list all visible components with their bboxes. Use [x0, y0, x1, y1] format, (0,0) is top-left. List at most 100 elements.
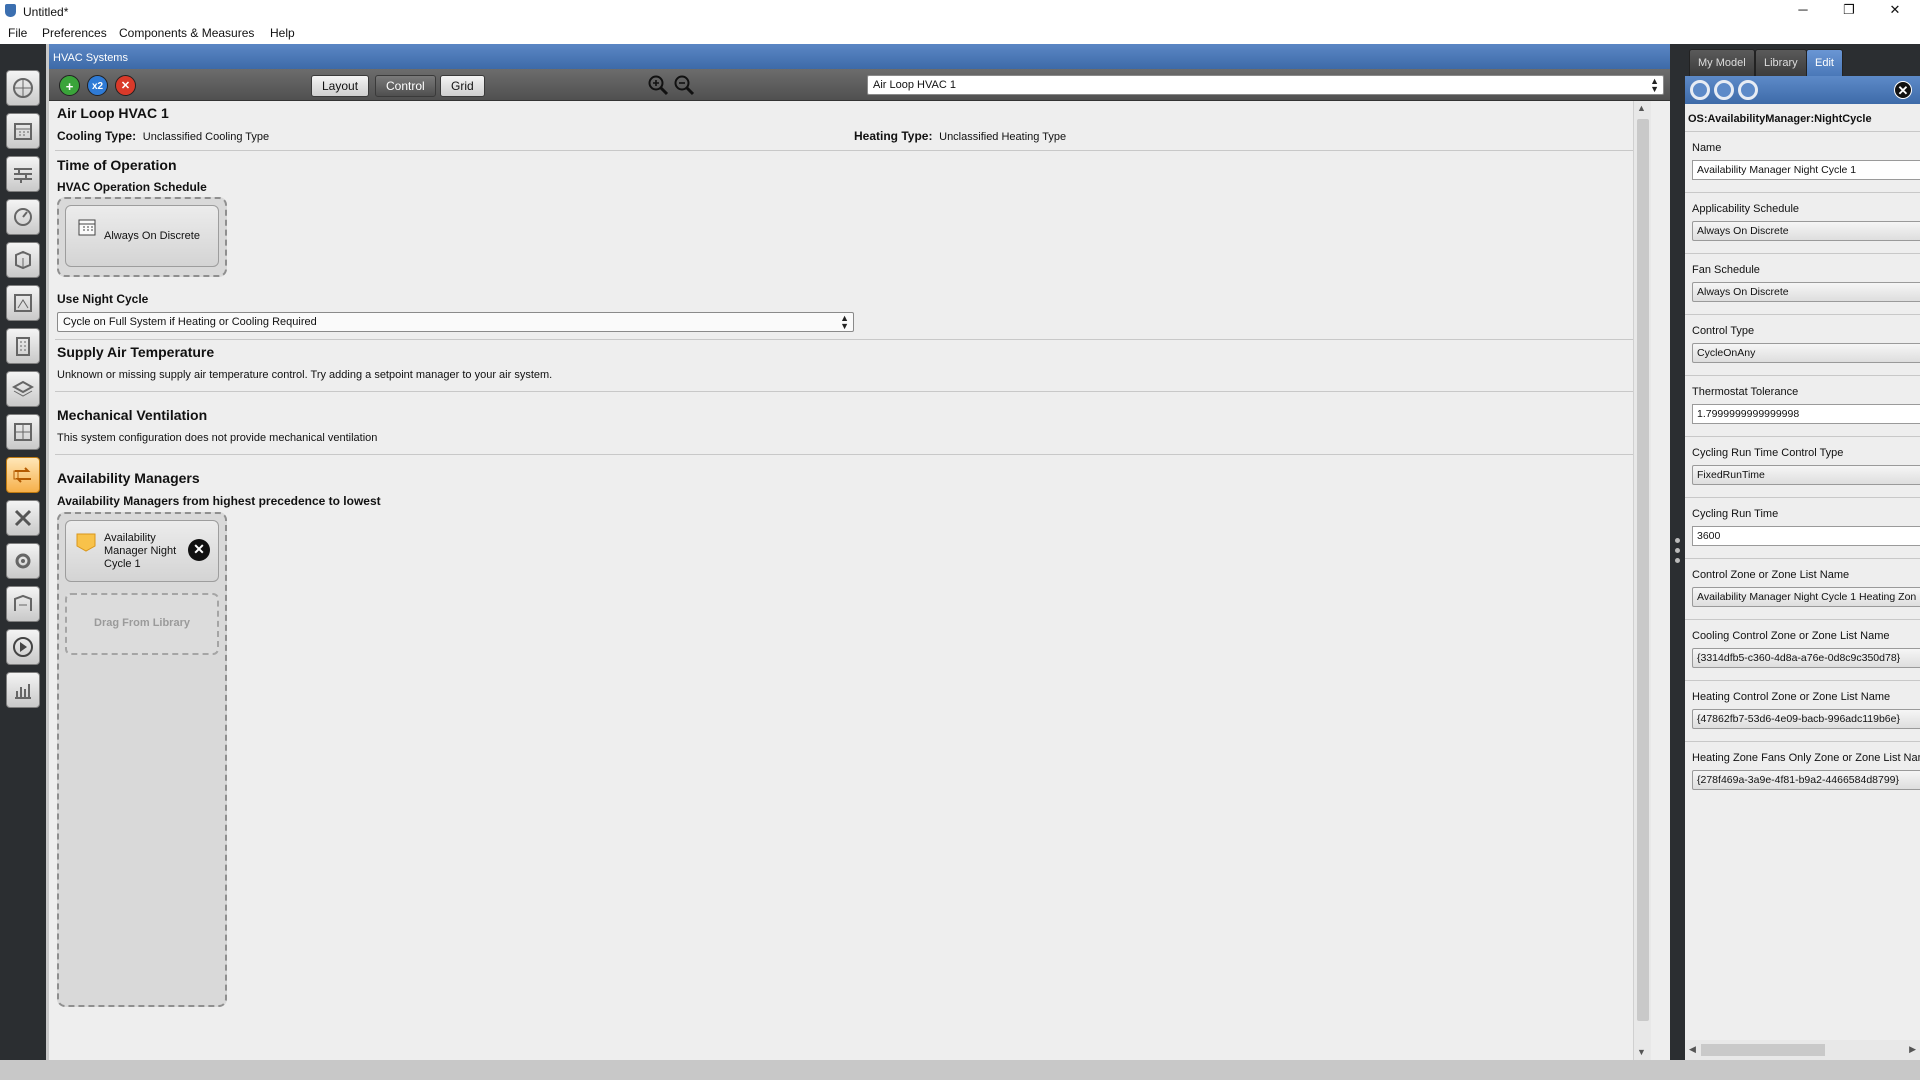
menu-help[interactable]: Help: [270, 26, 295, 40]
gear-icon[interactable]: [1714, 80, 1734, 100]
hvac-toolbar: + x2 ✕ Layout Control Grid Air Loop HVAC…: [49, 69, 1673, 101]
minimize-button[interactable]: ─: [1780, 0, 1826, 22]
site-icon: [13, 78, 33, 98]
scroll-thumb[interactable]: [1701, 1044, 1825, 1056]
field-dropdown[interactable]: CycleOnAny: [1692, 343, 1920, 363]
field-dropdown[interactable]: Availability Manager Night Cycle 1 Heati…: [1692, 587, 1920, 607]
grid-view-button[interactable]: Grid: [440, 75, 485, 97]
availability-manager-icon: [76, 533, 96, 552]
panel-splitter[interactable]: [1670, 44, 1685, 1060]
delete-system-button[interactable]: ✕: [115, 75, 136, 96]
field-dropdown[interactable]: {47862fb7-53d6-4e09-bacb-996adc119b6e}: [1692, 709, 1920, 729]
tab-simulation-settings[interactable]: [6, 586, 40, 622]
drag-from-library-dropzone[interactable]: Drag From Library: [65, 593, 219, 655]
close-button[interactable]: ✕: [1872, 0, 1918, 22]
run-simulation-icon: [13, 637, 33, 657]
tab-constructions[interactable]: [6, 156, 40, 192]
field-row: Control Type CycleOnAny: [1685, 314, 1920, 374]
field-dropdown[interactable]: FixedRunTime: [1692, 465, 1920, 485]
tab-my-model[interactable]: My Model: [1689, 49, 1755, 76]
operation-schedule-dropzone[interactable]: Always On Discrete: [57, 197, 227, 277]
menu-components-measures[interactable]: Components & Measures: [119, 26, 254, 40]
menu-file[interactable]: File: [8, 26, 27, 40]
cooling-type-label: Cooling Type:: [57, 129, 137, 143]
scroll-up-icon[interactable]: ▲: [1637, 103, 1646, 113]
vertical-scrollbar[interactable]: ▲ ▼: [1633, 101, 1651, 1060]
add-system-button[interactable]: +: [59, 75, 80, 96]
tab-space-types[interactable]: [6, 242, 40, 278]
gear-icon[interactable]: [1738, 80, 1758, 100]
zoom-out-icon[interactable]: [673, 74, 697, 98]
tab-geometry[interactable]: [6, 285, 40, 321]
maximize-button[interactable]: ❐: [1826, 0, 1872, 22]
tab-library[interactable]: Library: [1755, 49, 1807, 76]
tab-hvac-systems[interactable]: [6, 457, 40, 493]
field-label: Fan Schedule: [1692, 264, 1760, 276]
left-tab-bar: [0, 44, 46, 1060]
tab-edit[interactable]: Edit: [1806, 49, 1843, 76]
field-row: Cooling Control Zone or Zone List Name {3…: [1685, 619, 1920, 679]
field-dropdown[interactable]: Always On Discrete: [1692, 282, 1920, 302]
thermal-zones-icon: [14, 423, 32, 441]
supply-air-temperature-text: Unknown or missing supply air temperatur…: [57, 369, 553, 381]
menu-preferences[interactable]: Preferences: [42, 26, 107, 40]
tab-building-summary[interactable]: [6, 500, 40, 536]
availability-manager-tile[interactable]: Availability Manager Night Cycle 1 ✕: [65, 520, 219, 582]
heating-type-label: Heating Type:: [854, 129, 933, 143]
mechanical-ventilation-text: This system configuration does not provi…: [57, 432, 378, 444]
tab-facility[interactable]: [6, 328, 40, 364]
tab-loads[interactable]: [6, 199, 40, 235]
field-label: Thermostat Tolerance: [1692, 386, 1799, 398]
tab-schedules[interactable]: [6, 113, 40, 149]
copy-system-button[interactable]: x2: [87, 75, 108, 96]
scroll-thumb[interactable]: [1637, 119, 1649, 1021]
availability-managers-heading: Availability Managers: [57, 470, 200, 486]
loads-icon: [14, 208, 32, 226]
tab-thermal-zones[interactable]: [6, 414, 40, 450]
title-bar: Untitled* ─ ❐ ✕: [0, 0, 1920, 22]
field-input[interactable]: Availability Manager Night Cycle 1: [1692, 160, 1920, 180]
updown-arrows-icon: ▲ ▼: [840, 313, 849, 331]
field-input[interactable]: 3600: [1692, 526, 1920, 546]
schedule-tile[interactable]: Always On Discrete: [65, 205, 219, 267]
field-dropdown[interactable]: Always On Discrete: [1692, 221, 1920, 241]
scroll-left-icon[interactable]: ◀: [1689, 1044, 1696, 1055]
night-cycle-select[interactable]: Cycle on Full System if Heating or Cooli…: [57, 312, 854, 332]
field-label: Control Zone or Zone List Name: [1692, 569, 1850, 581]
gear-icon[interactable]: [1690, 80, 1710, 100]
system-selector[interactable]: Air Loop HVAC 1 ▲ ▼: [867, 75, 1664, 95]
facility-icon: [16, 337, 30, 356]
divider: [55, 391, 1646, 392]
updown-arrows-icon: ▲ ▼: [1650, 76, 1659, 94]
layout-view-button[interactable]: Layout: [311, 75, 370, 97]
field-row: Cycling Run Time Control Type FixedRunTim…: [1685, 436, 1920, 496]
field-row: Heating Control Zone or Zone List Name {4…: [1685, 680, 1920, 740]
field-row: Applicability Schedule Always On Discrete: [1685, 192, 1920, 252]
control-view-button[interactable]: Control: [375, 75, 436, 97]
tab-measures[interactable]: [6, 543, 40, 579]
tab-run-simulation[interactable]: [6, 629, 40, 665]
zoom-in-icon[interactable]: [647, 74, 671, 98]
inspector-tabs: My Model Library Edit: [1685, 44, 1920, 76]
field-dropdown[interactable]: {3314dfb5-c360-4d8a-a76e-0d8c9c350d78}: [1692, 648, 1920, 668]
scroll-right-icon[interactable]: ▶: [1909, 1044, 1916, 1055]
tab-site[interactable]: [6, 70, 40, 106]
loop-title: Air Loop HVAC 1: [57, 105, 169, 121]
remove-manager-button[interactable]: ✕: [188, 539, 210, 561]
scroll-down-icon[interactable]: ▼: [1637, 1047, 1646, 1057]
heating-type: Heating Type: Unclassified Heating Type: [854, 129, 1066, 143]
time-of-operation-heading: Time of Operation: [57, 157, 177, 173]
field-input[interactable]: 1.7999999999999998: [1692, 404, 1920, 424]
field-row: Name Availability Manager Night Cycle 1: [1685, 131, 1920, 191]
divider: [55, 150, 1646, 151]
supply-air-temperature-heading: Supply Air Temperature: [57, 344, 215, 360]
use-night-cycle-label: Use Night Cycle: [57, 292, 149, 306]
field-dropdown[interactable]: {278f469a-3a9e-4f81-b9a2-4466584d8799}: [1692, 770, 1920, 790]
field-label: Control Type: [1692, 325, 1755, 337]
cooling-type: Cooling Type: Unclassified Cooling Type: [57, 129, 269, 143]
close-inspector-button[interactable]: ✕: [1894, 81, 1912, 99]
horizontal-scrollbar[interactable]: ◀ ▶: [1685, 1040, 1920, 1060]
tab-spaces[interactable]: [6, 371, 40, 407]
tab-results[interactable]: [6, 672, 40, 708]
building-summary-icon: [14, 509, 32, 527]
